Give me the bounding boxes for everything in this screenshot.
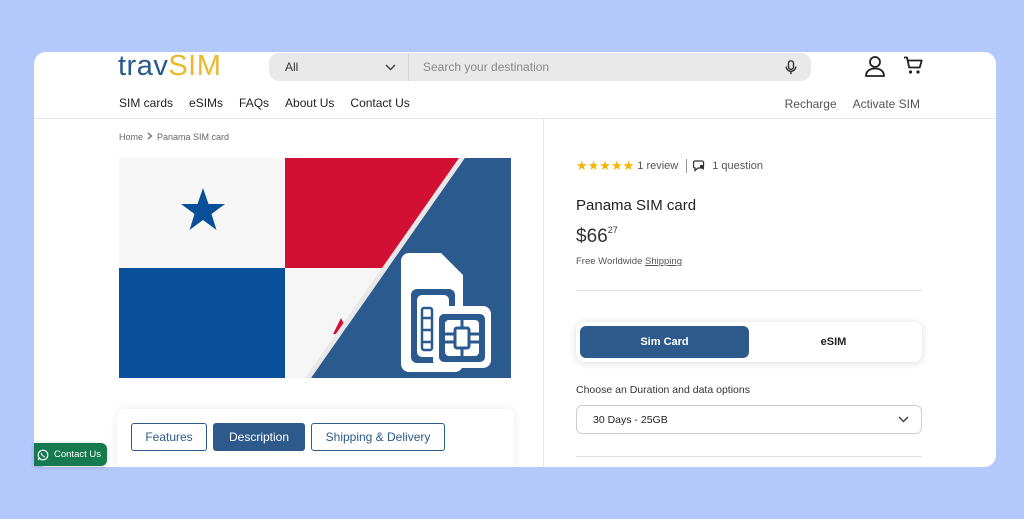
rating-separator (686, 159, 688, 173)
breadcrumb: Home Panama SIM card (119, 132, 229, 142)
shipping-link[interactable]: Shipping (645, 256, 682, 267)
price-cents: 27 (607, 224, 618, 235)
duration-select[interactable]: 30 Days - 25GB (576, 405, 922, 434)
logo-text-sim: SIM (168, 52, 222, 82)
cart-icon[interactable] (903, 56, 923, 80)
travsim-logo[interactable]: travSIM (118, 52, 222, 82)
chevron-right-icon (147, 132, 153, 142)
microphone-icon[interactable] (771, 59, 811, 75)
duration-label: Choose an Duration and data options (576, 384, 750, 396)
shipping-note: Free Worldwide Shipping (576, 256, 682, 267)
search-category-select[interactable]: All (269, 53, 409, 81)
question-icon (693, 160, 706, 172)
esim-option[interactable]: eSIM (749, 326, 918, 358)
contact-us-label: Contact Us (54, 449, 101, 460)
chevron-down-icon (385, 60, 396, 74)
product-tabs: Features Description Shipping & Delivery (117, 409, 514, 467)
sim-type-toggle: Sim Card eSIM (576, 322, 922, 362)
nav-item-faqs[interactable]: FAQs (239, 96, 269, 110)
rating-stars[interactable]: ★★★★★ (576, 158, 634, 174)
shipping-note-text: Free Worldwide (576, 256, 645, 267)
rating-row: ★★★★★ 1 review 1 question (576, 158, 763, 174)
whatsapp-icon (37, 449, 49, 461)
breadcrumb-current: Panama SIM card (157, 132, 230, 142)
price-main: $66 (576, 226, 608, 247)
search-input[interactable] (409, 53, 771, 81)
contact-us-button[interactable]: Contact Us (34, 443, 107, 466)
nav-item-contact-us[interactable]: Contact Us (350, 96, 409, 110)
tab-shipping-delivery[interactable]: Shipping & Delivery (311, 423, 445, 451)
logo-text-trav: trav (118, 52, 169, 82)
nav-item-about-us[interactable]: About Us (285, 96, 334, 110)
review-count[interactable]: 1 review (637, 160, 678, 172)
account-icon[interactable] (864, 55, 886, 82)
sim-card-option[interactable]: Sim Card (580, 326, 749, 358)
nav-item-esims[interactable]: eSIMs (189, 96, 223, 110)
product-image[interactable] (119, 158, 511, 378)
product-title: Panama SIM card (576, 197, 697, 214)
divider (576, 290, 922, 291)
tab-description[interactable]: Description (213, 423, 305, 451)
breadcrumb-home[interactable]: Home (119, 132, 143, 142)
chevron-down-icon (898, 414, 909, 426)
question-count[interactable]: 1 question (712, 160, 763, 172)
product-price: $6627 (576, 224, 618, 248)
search-bar: All (269, 53, 811, 81)
tab-features[interactable]: Features (131, 423, 207, 451)
main-nav: SIM cards eSIMs FAQs About Us Contact Us (119, 96, 410, 110)
nav-item-activate-sim[interactable]: Activate SIM (853, 97, 920, 111)
search-category-value: All (285, 60, 299, 74)
duration-select-value: 30 Days - 25GB (593, 413, 668, 426)
secondary-nav: Recharge Activate SIM (785, 97, 920, 111)
header-divider (34, 118, 996, 119)
divider (576, 456, 922, 457)
nav-item-recharge[interactable]: Recharge (785, 97, 837, 111)
nav-item-sim-cards[interactable]: SIM cards (119, 96, 173, 110)
column-divider (543, 118, 544, 467)
browser-page: travSIM All SIM cards eSIMs FAQs About U… (34, 52, 996, 467)
